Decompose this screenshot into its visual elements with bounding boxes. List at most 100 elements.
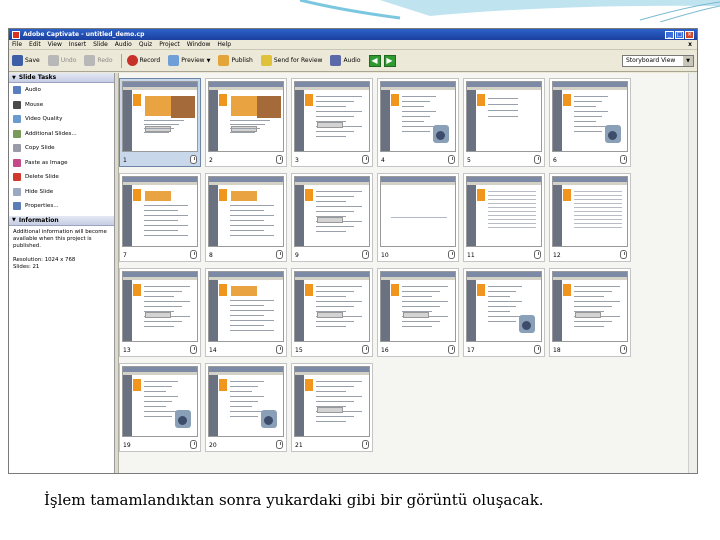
record-label: Record	[139, 57, 161, 64]
slide-thumbnail[interactable]: 13	[119, 268, 201, 357]
next-slide-arrow-icon[interactable]: ▶	[383, 54, 396, 67]
slide-thumbnail[interactable]: 3	[291, 78, 373, 167]
mouse-icon	[448, 155, 455, 164]
window-title: Adobe Captivate - untitled_demo.cp	[23, 31, 145, 38]
save-button[interactable]: Save	[12, 55, 40, 66]
slide-task-item[interactable]: Delete Slide	[9, 170, 114, 185]
maximize-button[interactable]: □	[675, 30, 684, 39]
slide-task-icon	[13, 187, 21, 196]
undo-button[interactable]: Undo	[47, 55, 77, 66]
slide-thumbnail[interactable]: 5	[463, 78, 545, 167]
preview-icon	[168, 55, 180, 66]
mouse-icon	[534, 155, 541, 164]
slide-task-item[interactable]: Audio	[9, 83, 114, 98]
collapse-triangle-icon[interactable]: ▼	[12, 75, 16, 81]
undo-label: Undo	[60, 57, 77, 64]
slide-thumbnail[interactable]: 4	[377, 78, 459, 167]
slide-task-item[interactable]: Properties...	[9, 199, 114, 214]
publish-button[interactable]: Publish	[218, 55, 253, 66]
menu-quiz[interactable]: Quiz	[139, 41, 152, 48]
slide-thumbnail[interactable]: 16	[377, 268, 459, 357]
slide-thumbnail[interactable]: 11	[463, 173, 545, 262]
redo-label: Redo	[97, 57, 113, 64]
slide-thumbnail[interactable]: 14	[205, 268, 287, 357]
menu-project[interactable]: Project	[159, 41, 180, 48]
preview-button[interactable]: Preview ▼	[168, 55, 210, 66]
mouse-icon	[276, 155, 283, 164]
slide-thumbnail[interactable]: 1	[119, 78, 201, 167]
close-button[interactable]: ×	[685, 30, 694, 39]
decorative-header-swoosh	[0, 0, 720, 22]
slide-preview-image	[466, 176, 542, 247]
view-select[interactable]: Storyboard View ▼	[622, 54, 694, 67]
slide-task-item[interactable]: Copy Slide	[9, 141, 114, 156]
slide-number: 13	[123, 347, 131, 354]
slide-task-item[interactable]: Paste as Image	[9, 156, 114, 171]
slide-thumbnail[interactable]: 17	[463, 268, 545, 357]
slide-task-item[interactable]: Mouse	[9, 98, 114, 113]
slide-preview-image	[380, 176, 456, 247]
minimize-button[interactable]: _	[665, 30, 674, 39]
slide-thumbnail[interactable]: 9	[291, 173, 373, 262]
slide-thumbnail[interactable]: 18	[549, 268, 631, 357]
slide-task-label: Copy Slide	[25, 145, 55, 152]
slide-task-label: Audio	[25, 87, 41, 94]
slide-task-item[interactable]: Video Quality	[9, 112, 114, 127]
menu-view[interactable]: View	[48, 41, 62, 48]
slide-task-label: Properties...	[25, 203, 59, 210]
mouse-icon	[534, 345, 541, 354]
slide-thumbnail[interactable]: 19	[119, 363, 201, 452]
slide-number: 7	[123, 252, 127, 259]
menu-slide[interactable]: Slide	[93, 41, 108, 48]
mouse-icon	[276, 440, 283, 449]
record-icon	[126, 55, 138, 66]
document-close-icon[interactable]: x	[688, 41, 692, 48]
undo-icon	[47, 55, 59, 66]
slide-task-label: Hide Slide	[25, 188, 54, 195]
slide-count-text: Slides: 21	[13, 263, 40, 270]
slide-task-icon	[13, 144, 21, 153]
menu-insert[interactable]: Insert	[69, 41, 86, 48]
record-button[interactable]: Record	[126, 55, 161, 66]
menu-file[interactable]: File	[12, 41, 22, 48]
slide-task-item[interactable]: Hide Slide	[9, 185, 114, 200]
slide-thumbnail[interactable]: 8	[205, 173, 287, 262]
slide-preview-image	[208, 81, 284, 152]
menu-edit[interactable]: Edit	[29, 41, 41, 48]
chevron-down-icon[interactable]: ▼	[683, 55, 693, 66]
slide-number: 2	[209, 157, 213, 164]
slide-thumbnail[interactable]: 12	[549, 173, 631, 262]
menu-audio[interactable]: Audio	[115, 41, 132, 48]
slide-thumbnail[interactable]: 15	[291, 268, 373, 357]
slide-number: 10	[381, 252, 389, 259]
mouse-icon	[620, 345, 627, 354]
send-for-review-button[interactable]: Send for Review	[260, 55, 322, 66]
slide-thumbnail[interactable]: 21	[291, 363, 373, 452]
slide-task-item[interactable]: Additional Slides...	[9, 127, 114, 142]
slide-number: 17	[467, 347, 475, 354]
mouse-icon	[276, 345, 283, 354]
information-header[interactable]: ▼ Information	[9, 215, 114, 226]
slide-number: 16	[381, 347, 389, 354]
slide-preview-image	[122, 271, 198, 342]
collapse-triangle-icon[interactable]: ▼	[12, 217, 16, 223]
audio-button[interactable]: Audio	[330, 55, 361, 66]
slide-thumbnail[interactable]: 20	[205, 363, 287, 452]
slide-thumbnail[interactable]: 10	[377, 173, 459, 262]
menu-help[interactable]: Help	[217, 41, 231, 48]
vertical-scrollbar[interactable]	[688, 73, 697, 473]
slide-thumbnail[interactable]: 6	[549, 78, 631, 167]
menu-window[interactable]: Window	[187, 41, 211, 48]
slide-thumbnail[interactable]: 2	[205, 78, 287, 167]
slide-tasks-header[interactable]: ▼ Slide Tasks	[9, 73, 114, 83]
information-note: Additional information will become avail…	[13, 228, 107, 249]
slide-tasks-title: Slide Tasks	[18, 74, 57, 81]
chevron-down-icon[interactable]: ▼	[207, 58, 211, 64]
previous-slide-arrow-icon[interactable]: ◀	[368, 54, 381, 67]
redo-button[interactable]: Redo	[84, 55, 113, 66]
slide-thumbnail[interactable]: 7	[119, 173, 201, 262]
slide-number: 5	[467, 157, 471, 164]
slide-preview-image	[208, 366, 284, 437]
slide-preview-image	[552, 271, 628, 342]
slide-task-icon	[13, 173, 21, 182]
